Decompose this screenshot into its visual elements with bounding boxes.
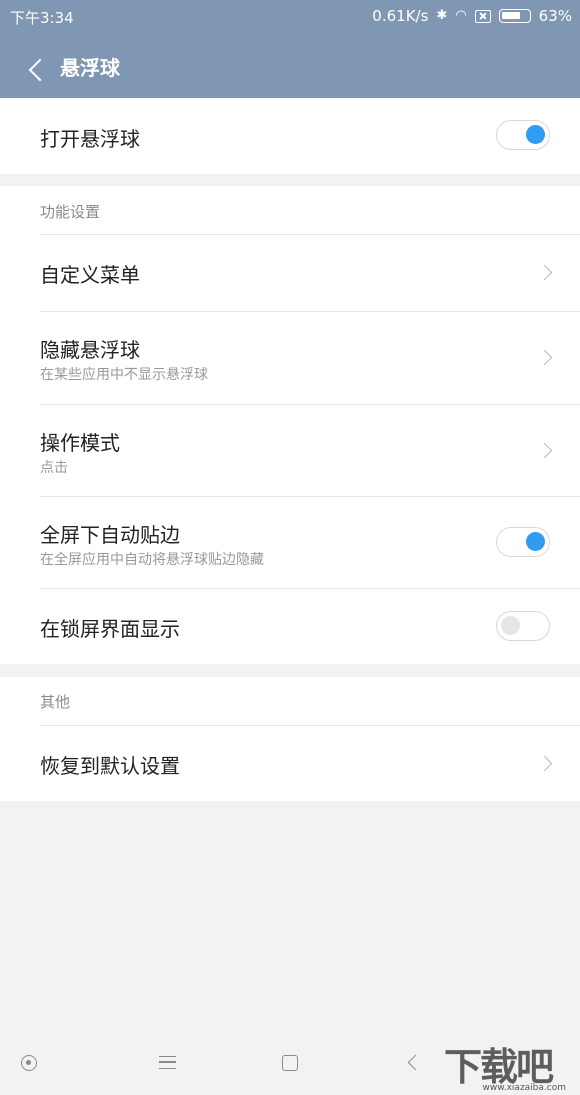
chevron-right-icon bbox=[536, 755, 553, 772]
row-label: 打开悬浮球 bbox=[40, 127, 140, 151]
row-label: 自定义菜单 bbox=[40, 263, 140, 287]
section-header: 其他 bbox=[40, 693, 71, 711]
chevron-right-icon bbox=[536, 349, 553, 366]
back-nav-button[interactable] bbox=[400, 1048, 430, 1078]
switch-knob bbox=[526, 532, 545, 551]
operation-mode-row[interactable]: 操作模式 点击 bbox=[0, 405, 580, 496]
lock-screen-display-row[interactable]: 在锁屏界面显示 bbox=[0, 589, 580, 664]
watermark-url: www.xiazaiba.com bbox=[482, 1083, 566, 1093]
floating-ball-toggle-row[interactable]: 打开悬浮球 bbox=[0, 98, 580, 174]
section-header: 功能设置 bbox=[40, 203, 101, 221]
menu-icon bbox=[159, 1056, 176, 1069]
fullscreen-auto-edge-row[interactable]: 全屏下自动贴边 在全屏应用中自动将悬浮球贴边隐藏 bbox=[0, 497, 580, 588]
row-label: 恢复到默认设置 bbox=[40, 754, 180, 778]
back-button[interactable] bbox=[10, 40, 52, 88]
no-sim-icon bbox=[474, 9, 491, 23]
status-indicators: 0.61K/s ✱ ◠ 63% bbox=[372, 7, 572, 25]
other-section: 其他 恢复到默认设置 bbox=[0, 677, 580, 801]
title-bar: 悬浮球 bbox=[0, 32, 580, 98]
switch-knob bbox=[526, 125, 545, 144]
row-label: 隐藏悬浮球 bbox=[40, 338, 140, 362]
assistant-button[interactable] bbox=[14, 1048, 44, 1078]
custom-menu-row[interactable]: 自定义菜单 bbox=[0, 235, 580, 311]
lock-screen-display-switch[interactable] bbox=[496, 611, 550, 641]
function-settings-section: 功能设置 自定义菜单 隐藏悬浮球 在某些应用中不显示悬浮球 操作模式 点击 全屏… bbox=[0, 186, 580, 664]
chevron-right-icon bbox=[536, 442, 553, 459]
row-sublabel: 在某些应用中不显示悬浮球 bbox=[40, 367, 208, 383]
switch-knob bbox=[501, 616, 520, 635]
bluetooth-icon: ✱ bbox=[436, 8, 448, 23]
fullscreen-auto-edge-switch[interactable] bbox=[496, 527, 550, 557]
row-label: 操作模式 bbox=[40, 431, 120, 455]
chevron-right-icon bbox=[536, 264, 553, 281]
back-chevron-icon bbox=[407, 1054, 424, 1071]
wifi-icon: ◠ bbox=[455, 8, 467, 23]
home-button[interactable] bbox=[275, 1048, 305, 1078]
header: 下午3:34 0.61K/s ✱ ◠ 63% 悬浮球 bbox=[0, 0, 580, 98]
page-title: 悬浮球 bbox=[60, 56, 120, 80]
floating-ball-switch[interactable] bbox=[496, 120, 550, 150]
battery-percent: 63% bbox=[538, 7, 572, 25]
status-time: 下午3:34 bbox=[10, 9, 74, 27]
restore-defaults-row[interactable]: 恢复到默认设置 bbox=[0, 726, 580, 801]
circle-dot-icon bbox=[21, 1055, 37, 1071]
status-bar: 下午3:34 0.61K/s ✱ ◠ 63% bbox=[0, 0, 580, 32]
back-arrow-icon bbox=[28, 58, 52, 82]
main-toggle-section: 打开悬浮球 bbox=[0, 98, 580, 174]
row-sublabel: 在全屏应用中自动将悬浮球贴边隐藏 bbox=[40, 552, 264, 568]
network-speed: 0.61K/s bbox=[372, 7, 429, 25]
row-label: 全屏下自动贴边 bbox=[40, 523, 180, 547]
row-label: 在锁屏界面显示 bbox=[40, 617, 180, 641]
row-sublabel: 点击 bbox=[40, 460, 68, 476]
menu-button[interactable] bbox=[152, 1048, 182, 1078]
home-square-icon bbox=[282, 1055, 298, 1071]
battery-icon bbox=[498, 9, 531, 23]
hide-floating-ball-row[interactable]: 隐藏悬浮球 在某些应用中不显示悬浮球 bbox=[0, 312, 580, 404]
